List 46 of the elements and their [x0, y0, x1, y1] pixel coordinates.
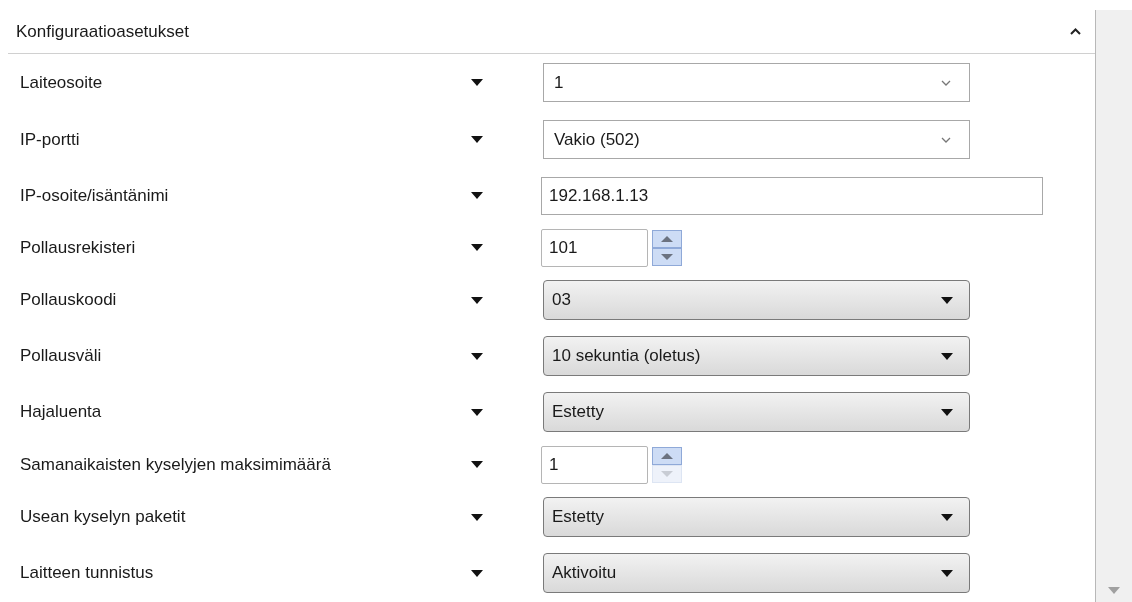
setting-label: Pollausrekisteri — [20, 236, 136, 259]
setting-label: Pollauskoodi — [20, 289, 117, 312]
section-title: Konfiguraatioasetukset — [16, 20, 189, 43]
combo-box[interactable]: 1 — [543, 63, 970, 102]
arrow-down-icon — [661, 253, 673, 260]
combo-box[interactable]: Vakio (502) — [543, 120, 970, 159]
chevron-down-icon — [941, 136, 951, 143]
expand-arrow-icon[interactable] — [471, 513, 483, 521]
chevron-down-icon — [941, 79, 951, 86]
expand-arrow-icon[interactable] — [471, 192, 483, 199]
caret-icon — [941, 408, 953, 416]
arrow-up-icon — [661, 235, 673, 242]
dropdown[interactable]: Aktivoitu — [543, 553, 970, 593]
dropdown[interactable]: Estetty — [543, 392, 970, 432]
expand-arrow-icon[interactable] — [471, 352, 483, 360]
spin-up-button[interactable] — [652, 229, 682, 248]
setting-label: Pollausväli — [20, 345, 102, 368]
dropdown[interactable]: Estetty — [543, 497, 970, 537]
setting-label: IP-portti — [20, 128, 80, 151]
caret-icon — [941, 569, 953, 577]
setting-label: Laitteen tunnistus — [20, 562, 154, 585]
input-field[interactable]: 192.168.1.13 — [541, 176, 1043, 215]
setting-label: Usean kyselyn paketit — [20, 506, 186, 529]
spin-up-button[interactable] — [652, 446, 682, 465]
collapse-icon[interactable] — [1070, 28, 1081, 35]
setting-label: Hajaluenta — [20, 401, 102, 424]
caret-icon — [941, 352, 953, 360]
arrow-up-icon — [661, 452, 673, 459]
setting-label: Laiteosoite — [20, 71, 103, 94]
expand-arrow-icon[interactable] — [471, 79, 483, 86]
expand-arrow-icon[interactable] — [471, 461, 483, 468]
expand-arrow-icon[interactable] — [471, 244, 483, 251]
expand-arrow-icon[interactable] — [471, 136, 483, 143]
setting-label: Samanaikaisten kyselyjen maksimimäärä — [20, 453, 331, 476]
number-field[interactable]: 101 — [541, 228, 648, 267]
dropdown[interactable]: 10 sekuntia (oletus) — [543, 336, 970, 376]
expand-arrow-icon[interactable] — [471, 569, 483, 577]
dropdown[interactable]: 03 — [543, 280, 970, 320]
setting-label: IP-osoite/isäntänimi — [20, 184, 169, 207]
expand-arrow-icon[interactable] — [471, 296, 483, 304]
arrow-down-icon — [661, 470, 673, 477]
caret-icon — [941, 296, 953, 304]
number-field[interactable]: 1 — [541, 445, 648, 484]
caret-icon — [941, 513, 953, 521]
scrollbar[interactable] — [1095, 10, 1132, 602]
expand-arrow-icon[interactable] — [471, 408, 483, 416]
